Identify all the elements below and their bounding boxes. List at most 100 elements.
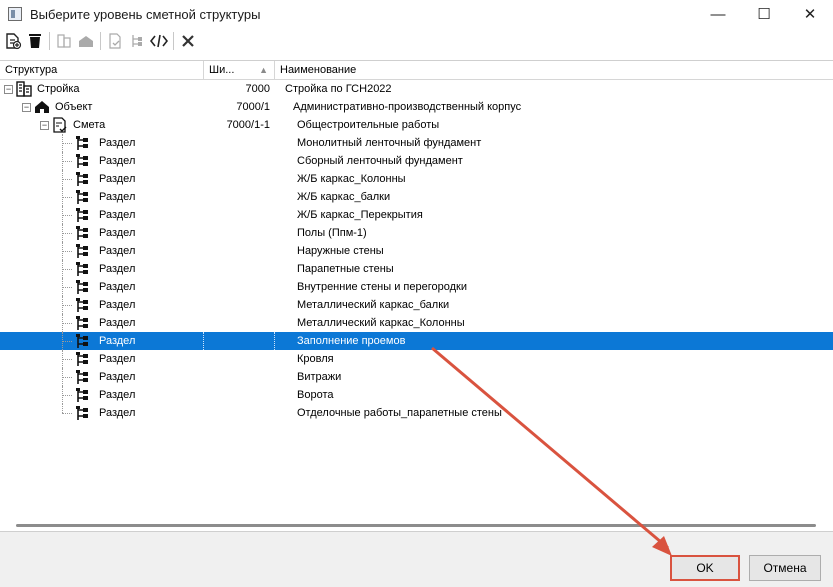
row-type-label: Раздел [99,263,136,275]
tree-connector [62,214,72,216]
tree-row[interactable]: Раздел Заполнение проемов [0,332,833,350]
tree-row[interactable]: Раздел Наружные стены [0,242,833,260]
tree-row[interactable]: Раздел Полы (Ппм-1) [0,224,833,242]
tree-connector [62,232,72,234]
name-cell: Металлический каркас_балки [297,299,450,311]
name-cell: Ж/Б каркас_Перекрытия [297,209,423,221]
section-tree-icon [74,351,90,367]
section-tree-icon [74,369,90,385]
tree-connector [62,250,72,252]
tree-connector [62,196,72,198]
structure-cell: Раздел [0,260,204,278]
ok-button[interactable]: OK [670,555,740,581]
tree-row[interactable]: Раздел Ворота [0,386,833,404]
column-structure[interactable]: Структура [0,61,204,80]
tree-row[interactable]: Раздел Монолитный ленточный фундамент [0,134,833,152]
tree-row[interactable]: Раздел Сборный ленточный фундамент [0,152,833,170]
row-type-label: Раздел [99,155,136,167]
name-cell: Ж/Б каркас_балки [297,191,391,203]
name-cell: Монолитный ленточный фундамент [297,137,482,149]
add-document-button[interactable] [2,30,24,52]
tree-connector [62,386,63,404]
column-name[interactable]: Наименование [275,61,833,80]
structure-cell: Раздел [0,170,204,188]
section-tree-icon [74,171,90,187]
name-cell: Заполнение проемов [297,335,406,347]
code-cell [204,134,275,152]
delete-button[interactable] [24,30,46,52]
column-code[interactable]: Ши... ▲ [204,61,275,80]
tree-connector [62,358,72,360]
section-tree-icon [74,315,90,331]
section-tree-icon [74,207,90,223]
section-tree-icon [74,153,90,169]
close-button[interactable]: ✕ [787,0,833,28]
tree-row[interactable]: − Объект 7000/1 Административно-производств… [0,98,833,116]
structure-cell: Раздел [0,350,204,368]
code-cell [204,206,275,224]
window-title: Выберите уровень сметной структуры [30,6,261,22]
structure-cell: Раздел [0,224,204,242]
tree-connector [62,404,63,413]
collapse-toggle-icon[interactable]: − [4,84,13,94]
toolbar-separator [100,32,101,50]
tree-row[interactable]: Раздел Металлический каркас_Колонны [0,314,833,332]
name-cell: Административно-производственный корпус [293,101,522,113]
tree-connector [62,170,63,188]
collapse-toggle-icon[interactable]: − [22,102,31,112]
maximize-button[interactable]: ☐ [741,0,787,28]
tree-row[interactable]: Раздел Отделочные работы_парапетные стены [0,404,833,422]
code-button[interactable] [148,30,170,52]
collapse-toggle-icon[interactable]: − [40,120,49,130]
tree-row[interactable]: Раздел Кровля [0,350,833,368]
tree-connector [62,160,72,162]
close-icon: ✕ [803,6,817,23]
tree-rows: − Стройка 7000 Стройка по ГСН2022− Объект 700… [0,80,833,422]
building-icon [16,81,32,97]
name-cell: Внутренние стены и перегородки [297,281,467,293]
cancel-button[interactable]: Отмена [749,555,821,581]
minimize-icon: — [710,5,726,23]
row-type-label: Стройка [37,83,80,95]
tree-row[interactable]: Раздел Парапетные стены [0,260,833,278]
tree-row[interactable]: − Смета 7000/1-1 Общестроительные работы [0,116,833,134]
tree-connector [62,178,72,180]
structure-cell: − Объект [0,98,204,116]
tree-row[interactable]: Раздел Ж/Б каркас_Колонны [0,170,833,188]
horizontal-scrollbar[interactable] [16,524,816,527]
tree-row[interactable]: Раздел Металлический каркас_балки [0,296,833,314]
tree-row[interactable]: Раздел Витражи [0,368,833,386]
name-cell: Ворота [297,389,334,401]
row-type-label: Раздел [99,227,136,239]
structure-cell: Раздел [0,278,204,296]
structure-icon [132,35,142,47]
row-type-label: Смета [73,119,106,131]
tree-row[interactable]: − Стройка 7000 Стройка по ГСН2022 [0,80,833,98]
tree-connector [62,206,63,224]
name-cell: Стройка по ГСН2022 [285,83,392,95]
name-cell: Ж/Б каркас_Колонны [297,173,406,185]
cancel-x-button[interactable] [177,30,199,52]
tree-row[interactable]: Раздел Ж/Б каркас_балки [0,188,833,206]
tree-connector [62,152,63,170]
tree-connector [62,260,63,278]
section-tree-icon [74,135,90,151]
check-document-button[interactable] [104,30,126,52]
tree-connector [62,340,72,342]
structure-cell: Раздел [0,332,204,350]
code-cell [204,278,275,296]
building-button[interactable] [53,30,75,52]
tree-connector [62,350,63,368]
row-type-label: Раздел [99,353,136,365]
home-button[interactable] [75,30,97,52]
code-cell [204,152,275,170]
tree-row[interactable]: Раздел Ж/Б каркас_Перекрытия [0,206,833,224]
row-type-label: Раздел [99,137,136,149]
minimize-button[interactable]: — [695,0,741,28]
tree-row[interactable]: Раздел Внутренние стены и перегородки [0,278,833,296]
toolbar-separator [173,32,174,50]
structure-cell: − Стройка [0,80,204,98]
name-cell: Витражи [297,371,342,383]
structure-button[interactable] [126,30,148,52]
code-cell [204,386,275,404]
